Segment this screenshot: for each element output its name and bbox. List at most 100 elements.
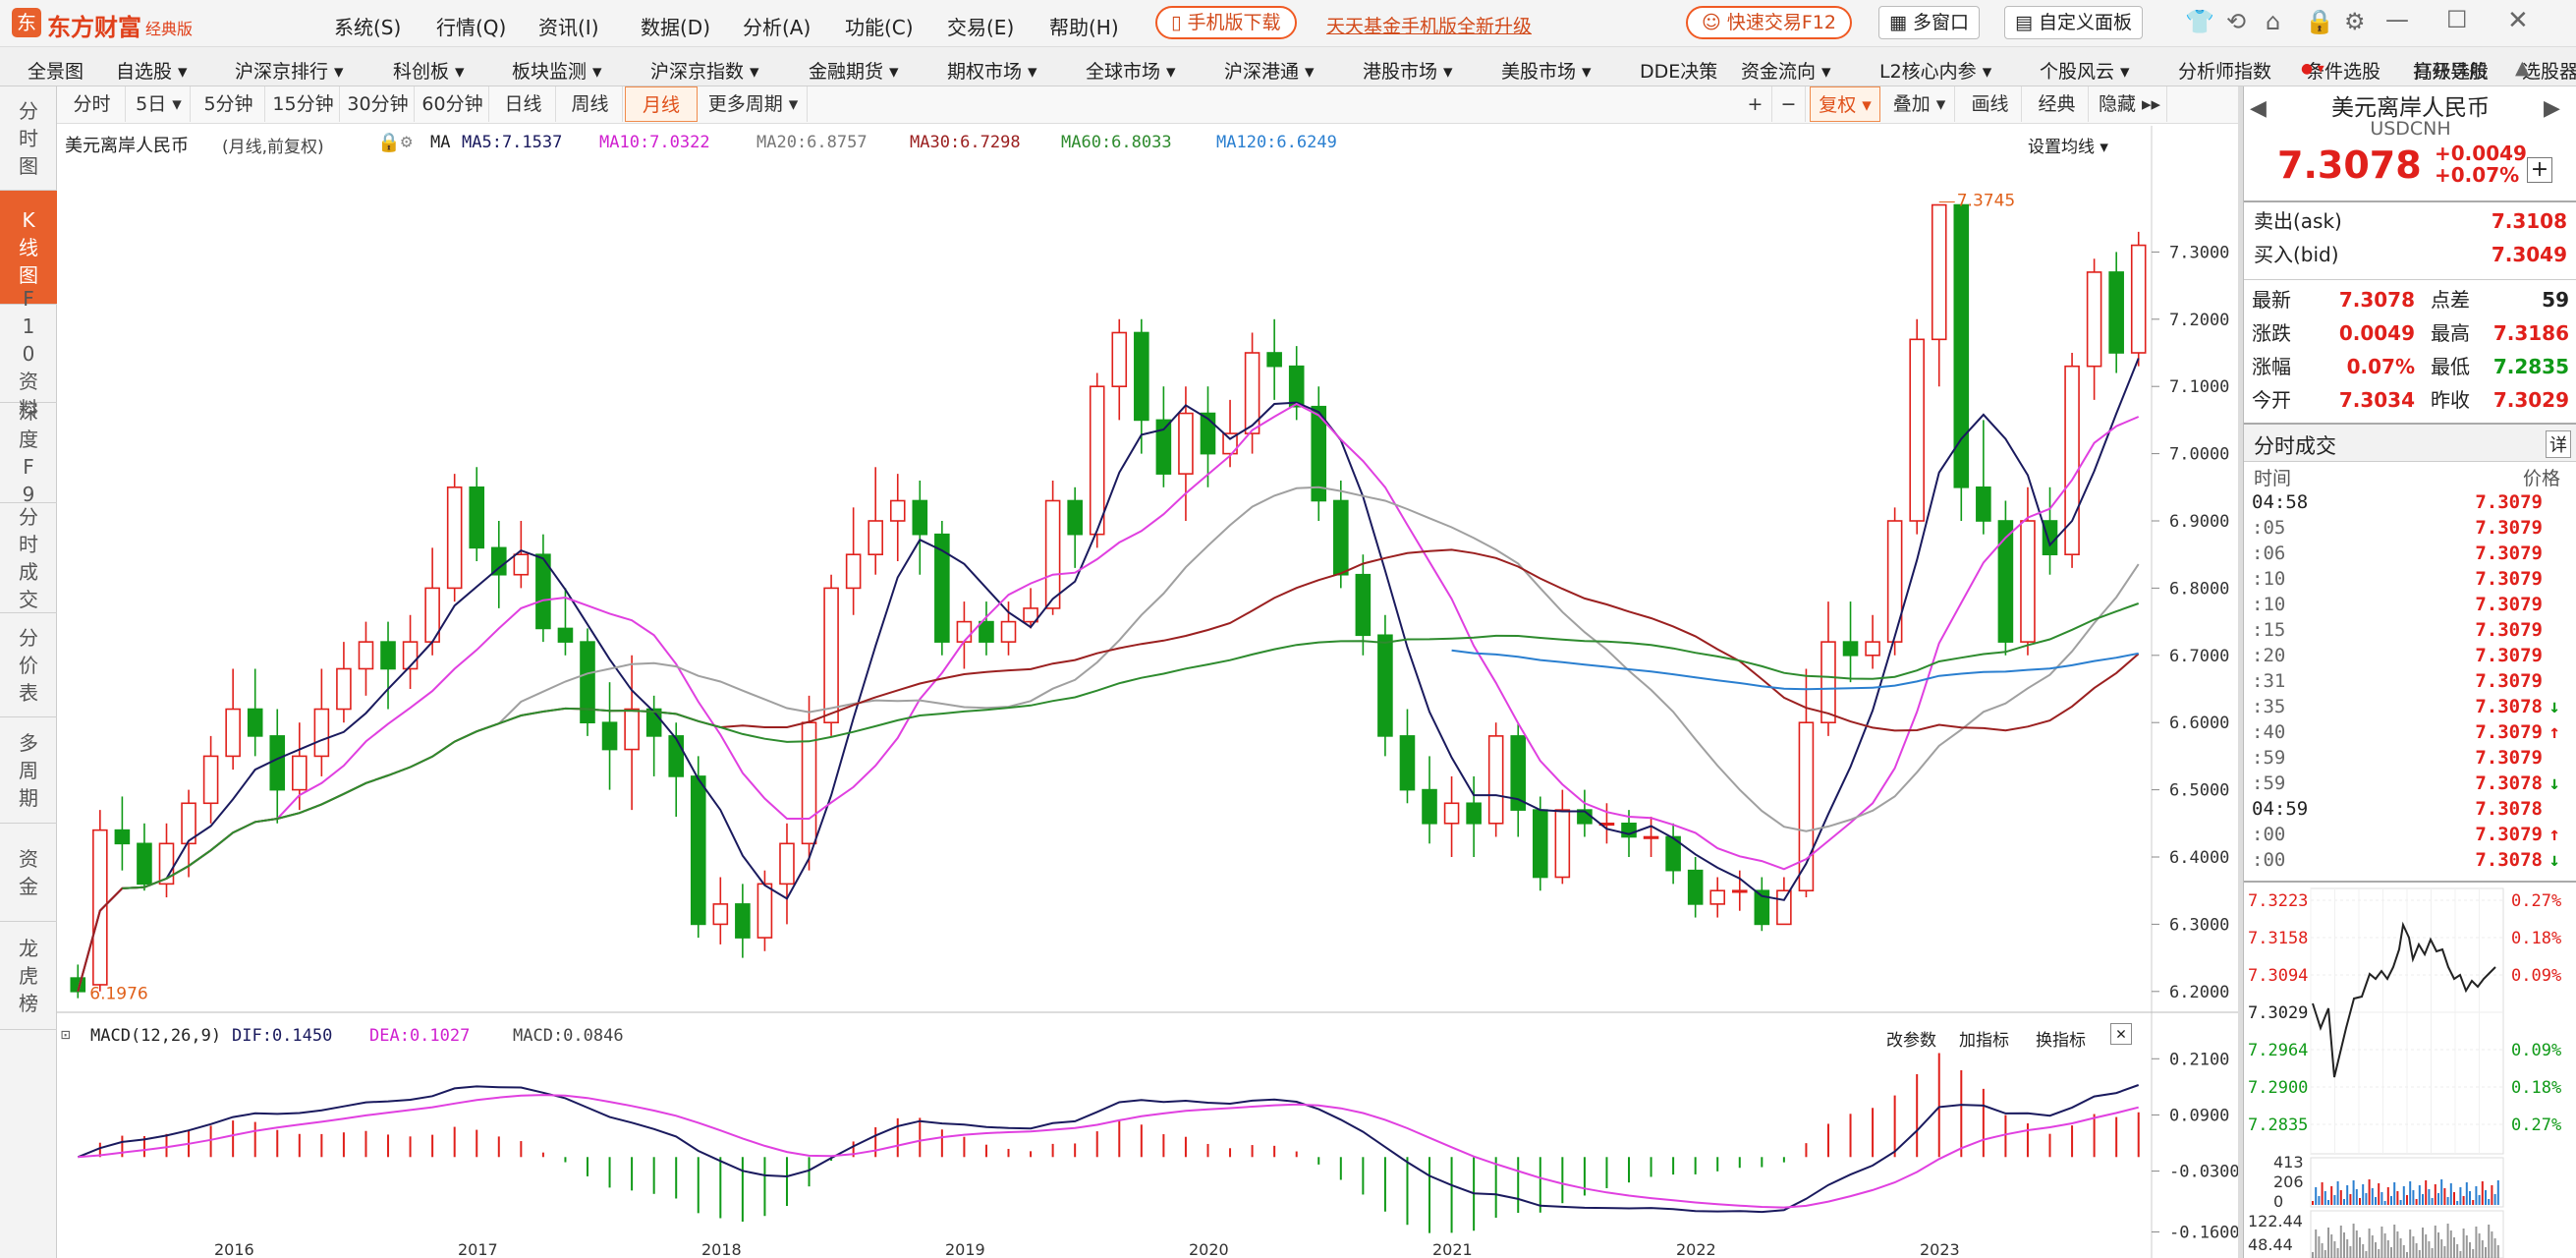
- settings-icon[interactable]: ⚙: [2344, 8, 2366, 35]
- left-tab-2[interactable]: F10资料: [0, 287, 57, 421]
- toolbar-item-13[interactable]: 资金流向 ▾: [1741, 57, 1831, 84]
- toolbar-item-19[interactable]: 选股器: [2522, 57, 2576, 84]
- add-indicator-button[interactable]: 加指标: [1959, 1026, 2009, 1051]
- mini-right-axis-label: 0.18%: [2511, 1078, 2561, 1098]
- quote-price: 7.3078: [2277, 143, 2422, 187]
- ticks-detail-button[interactable]: 详: [2546, 430, 2571, 458]
- candle: [247, 668, 263, 757]
- menu-item-6[interactable]: 交易(E): [947, 12, 1014, 40]
- toolbar-item-2[interactable]: 沪深京排行 ▾: [235, 57, 344, 84]
- change-params-button[interactable]: 改参数: [1886, 1026, 1936, 1051]
- mini-vol-axis-label: 413: [2273, 1153, 2304, 1172]
- menu-item-7[interactable]: 帮助(H): [1049, 12, 1119, 40]
- open-nav-button[interactable]: 打开导航: [2413, 57, 2488, 84]
- quote-change: +0.0049: [2435, 142, 2527, 165]
- price-axis-label: 6.2000: [2169, 983, 2229, 1002]
- menu-item-1[interactable]: 行情(Q): [436, 12, 506, 40]
- tick-row: :20 7.3079: [2252, 645, 2543, 666]
- candle: [1089, 372, 1105, 548]
- toolbar-item-15[interactable]: 个股风云 ▾: [2040, 57, 2130, 84]
- candle: [624, 655, 640, 811]
- toolbar-item-6[interactable]: 金融期货 ▾: [809, 57, 899, 84]
- candle: [1643, 816, 1659, 857]
- add-watchlist-icon[interactable]: +: [2527, 157, 2552, 183]
- minimize-icon[interactable]: —: [2385, 6, 2409, 33]
- app-window: 东 东方财富 经典版 系统(S) 行情(Q) 资讯(I) 数据(D) 分析(A) 功能(C…: [0, 0, 2576, 1258]
- left-tab-7[interactable]: 资金: [0, 824, 57, 922]
- quick-trade-button[interactable]: ☺ 快速交易F12: [1686, 6, 1852, 39]
- toolbar-item-4[interactable]: 板块监测 ▾: [512, 57, 602, 84]
- candle: [1931, 203, 1947, 387]
- left-tab-5[interactable]: 分价表: [0, 613, 57, 717]
- x-axis-label: 2023: [1920, 1240, 1960, 1258]
- candle: [292, 722, 308, 811]
- close-icon[interactable]: ✕: [2507, 6, 2529, 35]
- menu-item-4[interactable]: 分析(A): [743, 12, 811, 40]
- home-icon[interactable]: ⌂: [2266, 8, 2280, 35]
- candle: [1554, 789, 1571, 885]
- left-tab-label: 分时成交: [19, 504, 38, 611]
- toolbar-item-14[interactable]: L2核心内参 ▾: [1879, 57, 1991, 84]
- candle: [2086, 258, 2102, 400]
- candle: [1997, 500, 2014, 656]
- maximize-icon[interactable]: ☐: [2446, 6, 2468, 33]
- toolbar-item-8[interactable]: 全球市场 ▾: [1086, 57, 1176, 84]
- tick-row: 04:59 7.3078: [2252, 798, 2543, 820]
- toolbar-item-9[interactable]: 沪深港通 ▾: [1224, 57, 1315, 84]
- switch-indicator-button[interactable]: 换指标: [2036, 1026, 2086, 1051]
- left-tab-0[interactable]: 分时图: [0, 86, 57, 191]
- candle: [1200, 386, 1216, 487]
- toolbar-item-10[interactable]: 港股市场 ▾: [1363, 57, 1453, 84]
- lock-icon[interactable]: 🔒: [2305, 8, 2334, 35]
- toolbar-item-16[interactable]: 分析师指数: [2178, 57, 2271, 84]
- ticks-header: 分时成交 详: [2244, 423, 2576, 462]
- mini-left-axis-label: 7.3223: [2248, 891, 2308, 911]
- left-tab-label: 深度F9: [19, 399, 38, 506]
- intraday-mini-chart[interactable]: 7.3223 0.27% 7.3158 0.18% 7.3094 0.09% 7.3029 7…: [2244, 881, 2576, 1258]
- toolbar-item-11[interactable]: 美股市场 ▾: [1501, 57, 1592, 84]
- toolbar-item-5[interactable]: 沪深京指数 ▾: [650, 57, 759, 84]
- toolbar-more-icon[interactable]: ● ▾: [2301, 61, 2324, 77]
- menu-item-2[interactable]: 资讯(I): [538, 12, 599, 40]
- candle: [1266, 318, 1282, 400]
- mobile-download-button[interactable]: ▯ 手机版下载: [1155, 6, 1297, 39]
- dea-line: [78, 1094, 2139, 1209]
- mini-left-axis-label: 7.3029: [2248, 1003, 2308, 1023]
- candle: [2130, 231, 2147, 367]
- back-icon[interactable]: ⟲: [2226, 8, 2246, 35]
- left-tab-8[interactable]: 龙虎榜: [0, 922, 57, 1030]
- kline-main-area: 分时 5日 ▾ 5分钟 15分钟 30分钟 60分钟 日线 周线 月线 更多周期 ▾ + − 复权…: [57, 86, 2238, 1258]
- menu-item-0[interactable]: 系统(S): [334, 12, 401, 40]
- left-tab-6[interactable]: 多周期: [0, 717, 57, 824]
- candle: [712, 877, 729, 944]
- fund-notice-link[interactable]: 天天基金手机版全新升级: [1326, 12, 1532, 38]
- left-tab-4[interactable]: 分时成交: [0, 503, 57, 613]
- tick-row: :15 7.3079: [2252, 619, 2543, 641]
- app-logo-text: 东方财富: [47, 14, 141, 41]
- quote-panel: ◀ 美元离岸人民币 ▶ USDCNH 7.3078 +0.0049 +0.07%…: [2243, 86, 2576, 1258]
- candle: [889, 474, 906, 562]
- candle: [1399, 709, 1416, 804]
- custom-panel-button[interactable]: ▤ 自定义面板: [2004, 6, 2144, 39]
- menu-item-3[interactable]: 数据(D): [641, 12, 710, 40]
- toolbar-item-0[interactable]: 全景图: [28, 57, 84, 84]
- skin-icon[interactable]: 👕: [2185, 8, 2214, 35]
- menu-item-5[interactable]: 功能(C): [845, 12, 914, 40]
- tick-row: :59 7.3079: [2252, 747, 2543, 769]
- toolbar-item-3[interactable]: 科创板 ▾: [393, 57, 465, 84]
- toolbar-item-7[interactable]: 期权市场 ▾: [947, 57, 1037, 84]
- candle: [1976, 420, 1991, 535]
- toolbar-item-12[interactable]: DDE决策: [1640, 57, 1717, 84]
- logo-icon: 东: [12, 8, 41, 37]
- candle: [1487, 722, 1504, 837]
- close-indicator-icon[interactable]: ✕: [2110, 1023, 2132, 1045]
- title-bar: 东 东方财富 经典版 系统(S) 行情(Q) 资讯(I) 数据(D) 分析(A) 功能(C…: [0, 0, 2576, 47]
- toolbar-expand-icon[interactable]: ▲: [2515, 57, 2530, 79]
- kline-chart[interactable]: 7.3000 7.2000 7.1000 7.0000 6.9000 6.8000 6.70…: [57, 86, 2238, 1258]
- toolbar-item-1[interactable]: 自选股 ▾: [116, 57, 188, 84]
- low-marker-label: 6.1976: [89, 984, 147, 1003]
- multi-window-button[interactable]: ▦ 多窗口: [1878, 6, 1981, 39]
- left-tab-3[interactable]: 深度F9: [0, 400, 57, 506]
- macd-toggle-icon[interactable]: ⊡: [61, 1025, 71, 1044]
- mini-left-axis-label: 7.2900: [2248, 1078, 2308, 1098]
